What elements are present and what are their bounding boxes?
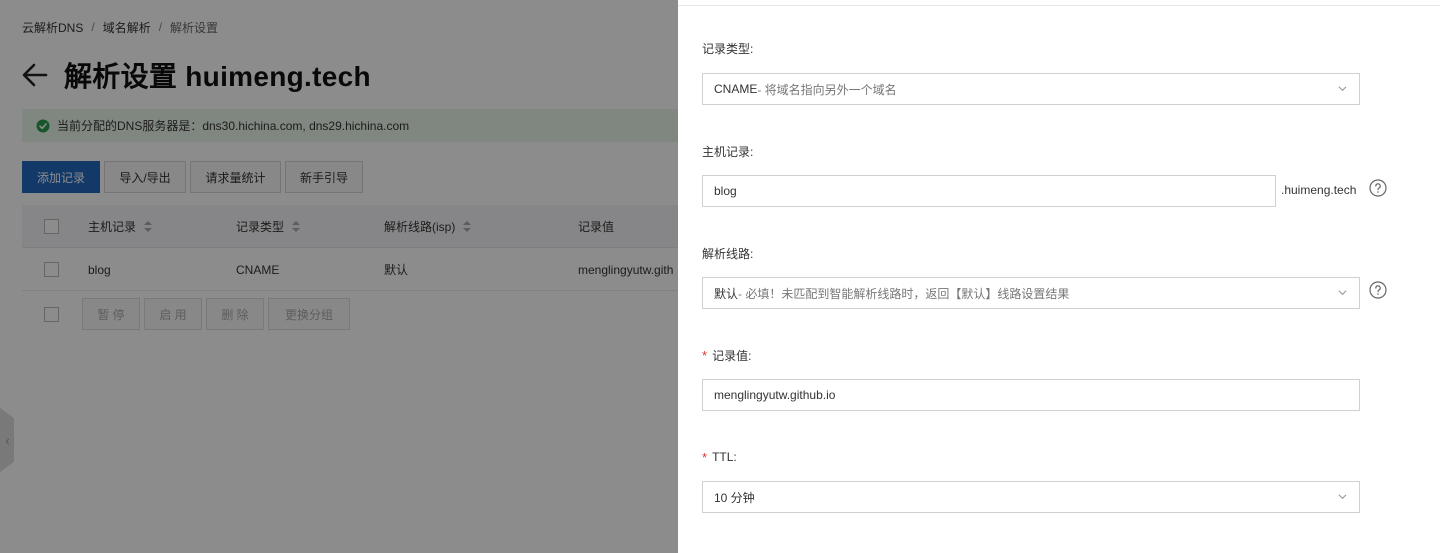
host-label-text: 主机记录:	[702, 144, 754, 159]
record-type-desc: - 将域名指向另外一个域名	[757, 82, 897, 97]
record-value-input[interactable]: menglingyutw.github.io	[702, 379, 1360, 411]
line-desc: - 必填！未匹配到智能解析线路时，返回【默认】线路设置结果	[738, 286, 1070, 301]
line-value: 默认	[714, 286, 739, 301]
help-icon[interactable]	[1369, 281, 1387, 299]
record-type-select[interactable]: CNAME - 将域名指向另外一个域名	[702, 73, 1360, 105]
host-label: 主机记录:	[702, 143, 753, 159]
record-type-value: CNAME	[714, 82, 758, 96]
host-input-value: blog	[714, 184, 737, 198]
chevron-down-icon	[1338, 494, 1347, 500]
chevron-down-icon	[1338, 86, 1347, 92]
ttl-value: 10 分钟	[714, 490, 755, 505]
record-type-label: 记录类型:	[702, 40, 753, 56]
record-value-input-value: menglingyutw.github.io	[714, 388, 836, 402]
line-select[interactable]: 默认 - 必填！未匹配到智能解析线路时，返回【默认】线路设置结果	[702, 277, 1360, 309]
required-mark: *	[702, 449, 708, 465]
record-value-label-text: 记录值:	[712, 348, 752, 363]
ttl-label: * TTL:	[702, 449, 737, 465]
record-type-label-text: 记录类型:	[702, 41, 754, 56]
ttl-label-text: TTL:	[712, 450, 737, 464]
line-label-text: 解析线路:	[702, 246, 754, 261]
host-input[interactable]: blog	[702, 175, 1276, 207]
drawer-header-divider	[678, 0, 1440, 6]
domain-suffix: .huimeng.tech	[1281, 183, 1357, 197]
chevron-down-icon	[1338, 290, 1347, 296]
edit-record-drawer: 记录类型: CNAME - 将域名指向另外一个域名 主机记录: blog .hui…	[678, 0, 1440, 553]
ttl-select[interactable]: 10 分钟	[702, 481, 1360, 513]
required-mark: *	[702, 347, 708, 363]
record-value-label: * 记录值:	[702, 347, 751, 363]
line-label: 解析线路:	[702, 245, 753, 261]
help-icon[interactable]	[1369, 179, 1387, 197]
